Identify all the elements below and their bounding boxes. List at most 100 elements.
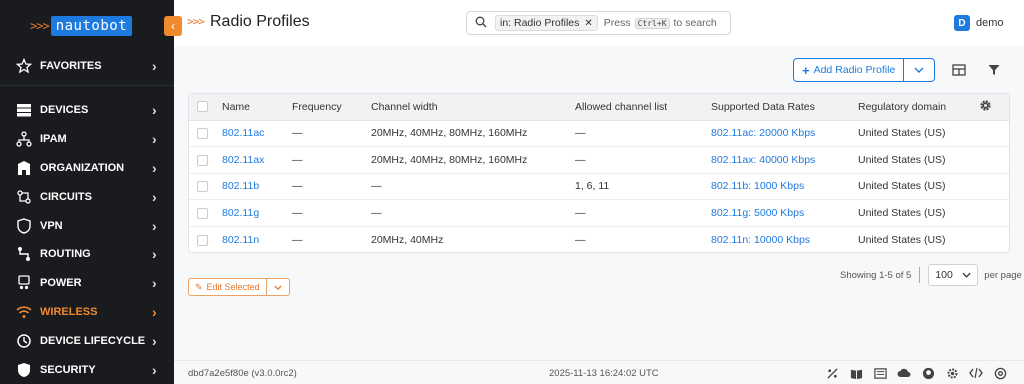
chevron-right-icon: ›	[152, 304, 157, 320]
sidebar-item-organization[interactable]: ORGANIZATION ›	[0, 154, 174, 182]
column-header-channel-width[interactable]: Channel width	[371, 94, 575, 121]
cell-allowed-channel-list: 1, 6, 11	[575, 173, 711, 201]
column-settings-cell	[979, 94, 1009, 121]
nautobot-logo[interactable]: >>> nautobot	[30, 14, 133, 38]
cell-channel-width: 20MHz, 40MHz, 80MHz, 160MHz	[371, 120, 575, 148]
table-row: 802.11ax —20MHz, 40MHz, 80MHz, 160MHz —802…	[189, 146, 1009, 174]
pagination: Showing 1-5 of 5 100 per page	[840, 264, 1022, 286]
select-all-checkbox[interactable]	[197, 101, 208, 113]
sidebar-item-devices[interactable]: DEVICES ›	[0, 96, 174, 124]
sidebar-collapse-button[interactable]: ‹	[164, 16, 182, 36]
chevron-left-icon: ‹	[171, 19, 175, 33]
row-checkbox[interactable]	[197, 207, 208, 219]
cell-supported-data-rates: 802.11n: 10000 Kbps	[711, 226, 858, 253]
row-checkbox[interactable]	[197, 234, 208, 246]
sidebar-item-circuits[interactable]: CIRCUITS ›	[0, 183, 174, 211]
sidebar-item-routing[interactable]: ROUTING ›	[0, 240, 174, 268]
filter-icon	[988, 65, 1000, 75]
add-dropdown-toggle[interactable]	[904, 59, 934, 81]
column-header-regulatory-domain[interactable]: Regulatory domain	[858, 94, 979, 121]
sidebar-item-favorites[interactable]: FAVORITES ›	[0, 52, 174, 80]
add-radio-profile-button[interactable]: + Add Radio Profile	[794, 59, 905, 81]
user-menu[interactable]: D demo	[954, 15, 1004, 31]
cell-supported-data-rates: 802.11ac: 20000 Kbps	[711, 120, 858, 148]
theme-toggle-icon[interactable]	[824, 365, 840, 381]
cell-channel-width: 20MHz, 40MHz, 80MHz, 160MHz	[371, 146, 575, 174]
settings-icon[interactable]	[944, 365, 960, 381]
radio-profile-link[interactable]: 802.11g	[222, 207, 259, 219]
search-scope-chip[interactable]: in: Radio Profiles ✕	[495, 15, 598, 31]
row-select-cell	[189, 199, 222, 227]
sidebar-item-label: FAVORITES	[40, 60, 102, 72]
cell-regulatory-domain: United States (US)	[858, 199, 979, 227]
radio-profile-link[interactable]: 802.11n	[222, 234, 259, 246]
column-header-name[interactable]: Name	[222, 94, 292, 121]
organization-icon	[14, 158, 34, 178]
chevron-right-icon: ›	[152, 275, 157, 291]
chevron-right-icon: ›	[152, 58, 157, 74]
sidebar-item-security[interactable]: SECURITY ›	[0, 356, 174, 384]
shield-icon	[14, 360, 34, 380]
table-config-button[interactable]	[950, 61, 968, 79]
close-icon[interactable]: ✕	[584, 18, 592, 29]
github-icon[interactable]	[920, 365, 936, 381]
code-icon[interactable]	[968, 365, 984, 381]
sidebar-item-power[interactable]: POWER ›	[0, 269, 174, 297]
row-checkbox[interactable]	[197, 128, 208, 140]
footer: dbd7a2e5f80e (v3.0.0rc2) 2025-11-13 16:2…	[174, 360, 1024, 384]
api-icon[interactable]	[872, 365, 888, 381]
data-rate-link[interactable]: 802.11ax: 40000 Kbps	[711, 154, 815, 166]
sidebar-item-wireless[interactable]: WIRELESS ›	[0, 298, 174, 326]
pencil-icon: ✎	[195, 281, 203, 292]
row-checkbox[interactable]	[197, 181, 208, 193]
data-rate-link[interactable]: 802.11b: 1000 Kbps	[711, 180, 804, 192]
ipam-icon	[14, 129, 34, 149]
cell-frequency: —	[292, 173, 371, 201]
search-hint-press: Press	[603, 17, 631, 29]
cloud-icon[interactable]	[896, 365, 912, 381]
sidebar-item-label: SECURITY	[40, 364, 96, 376]
column-header-allowed-channel-list[interactable]: Allowed channel list	[575, 94, 711, 121]
column-header-supported-data-rates[interactable]: Supported Data Rates	[711, 94, 858, 121]
cell-frequency: —	[292, 120, 371, 148]
edit-dropdown-toggle[interactable]	[267, 279, 289, 295]
radio-profile-link[interactable]: 802.11b	[222, 180, 259, 192]
footer-icons	[824, 365, 1016, 381]
cell-regulatory-domain: United States (US)	[858, 120, 979, 148]
docs-icon[interactable]	[848, 365, 864, 381]
sidebar-divider	[0, 85, 174, 86]
chevron-right-icon: ›	[152, 362, 157, 378]
search-input[interactable]: in: Radio Profiles ✕ Press Ctrl+K to sea…	[466, 11, 731, 35]
cell-name: 802.11ax	[222, 146, 292, 174]
per-page-select[interactable]: 100	[928, 264, 979, 286]
wifi-icon	[14, 302, 34, 322]
chevron-right-icon: ›	[152, 102, 157, 118]
gear-icon[interactable]	[979, 99, 992, 112]
cell-channel-width: —	[371, 173, 575, 201]
sidebar-item-device-lifecycle[interactable]: DEVICE LIFECYCLE ›	[0, 327, 174, 355]
data-rate-link[interactable]: 802.11ac: 20000 Kbps	[711, 127, 815, 139]
cell-channel-width: 20MHz, 40MHz	[371, 233, 444, 246]
cell-empty	[979, 146, 1009, 174]
radio-profile-link[interactable]: 802.11ax	[222, 154, 264, 166]
select-all-cell	[189, 94, 222, 121]
column-header-frequency[interactable]: Frequency	[292, 94, 371, 121]
edit-selected-label: Edit Selected	[206, 282, 260, 292]
sidebar-item-vpn[interactable]: VPN ›	[0, 212, 174, 240]
row-checkbox[interactable]	[197, 154, 208, 166]
cell-name: 802.11ac	[222, 120, 292, 148]
help-icon[interactable]	[992, 365, 1008, 381]
cell-allowed-channel-list: —	[575, 120, 711, 148]
sidebar-item-ipam[interactable]: IPAM ›	[0, 125, 174, 153]
data-rate-link[interactable]: 802.11n: 10000 Kbps	[711, 234, 810, 246]
cell-name: 802.11g	[222, 199, 292, 227]
edit-selected-button[interactable]: ✎ Edit Selected	[189, 279, 267, 295]
sidebar-item-label: WIRELESS	[40, 306, 98, 318]
sidebar-item-label: POWER	[40, 277, 82, 289]
cell-allowed-channel-list: —	[575, 233, 586, 246]
filter-button[interactable]	[985, 61, 1003, 79]
radio-profile-link[interactable]: 802.11ac	[222, 127, 264, 139]
data-rate-link[interactable]: 802.11g: 5000 Kbps	[711, 207, 804, 219]
sidebar-item-label: ROUTING	[40, 248, 91, 260]
footer-version: dbd7a2e5f80e (v3.0.0rc2)	[188, 368, 297, 379]
